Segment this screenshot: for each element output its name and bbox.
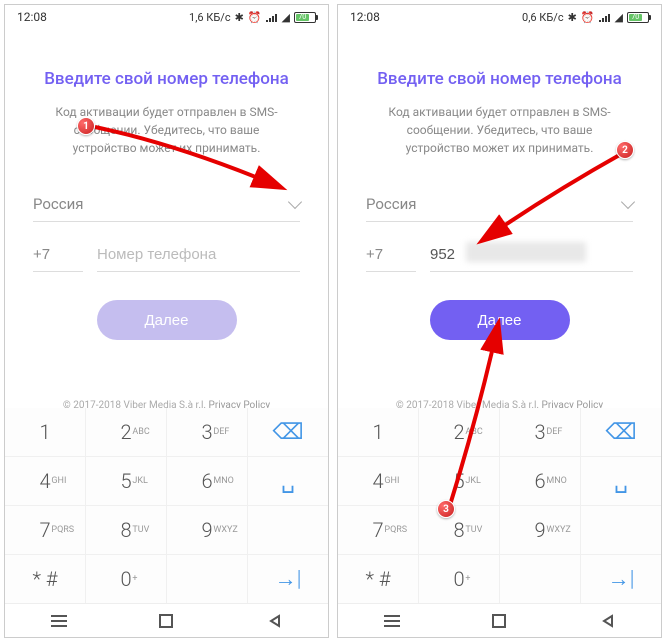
phone-screen-2: 12:08 0,6 КБ/с ✱ ⏰ ◢ 70 Введите свой ном… (337, 4, 662, 638)
bluetooth-icon: ✱ (235, 11, 244, 24)
keypad-key-6[interactable]: 6MNO (500, 457, 580, 505)
keypad-key-8[interactable]: 8TUV (419, 506, 499, 554)
keypad-key-4[interactable]: 4GHI (5, 457, 85, 505)
chevron-down-icon (621, 195, 635, 209)
numeric-keypad: 12ABC3DEF⌫ 4GHI5JKL6MNO␣ 7PQRS8TUV9WXYZ * #… (338, 408, 661, 603)
annotation-badge-3: 3 (437, 500, 455, 518)
status-data: 1,6 КБ/с (189, 11, 231, 24)
keypad-key-2[interactable]: 2ABC (86, 408, 166, 456)
keypad-key-4[interactable]: 4GHI (338, 457, 418, 505)
keypad-key-3[interactable]: 3DEF (500, 408, 580, 456)
phone-screen-1: 12:08 1,6 КБ/с ✱ ⏰ ◢ 70 Введите свой ном… (4, 4, 329, 638)
keypad-key-␣[interactable]: ␣ (248, 457, 328, 505)
chevron-down-icon (288, 195, 302, 209)
nav-home-icon[interactable] (490, 612, 508, 630)
status-time: 12:08 (17, 10, 47, 24)
wifi-icon: ◢ (282, 11, 290, 24)
country-code-input[interactable] (33, 238, 83, 272)
keypad-key-7[interactable]: 7PQRS (338, 506, 418, 554)
nav-menu-icon[interactable] (383, 612, 401, 630)
phone-number-input[interactable] (97, 238, 300, 272)
keypad-key-⌫[interactable]: ⌫ (248, 408, 328, 456)
signal-icon (599, 12, 611, 22)
battery-icon: 70 (294, 12, 316, 23)
keypad-key-blank (500, 555, 580, 603)
keypad-key-6[interactable]: 6MNO (167, 457, 247, 505)
keypad-key-0[interactable]: 0+ (86, 555, 166, 603)
android-navbar (338, 603, 661, 637)
keypad-key-5[interactable]: 5JKL (419, 457, 499, 505)
keypad-key-1[interactable]: 1 (5, 408, 85, 456)
keypad-key-5[interactable]: 5JKL (86, 457, 166, 505)
keypad-key-blank (248, 506, 328, 554)
keypad-key-9[interactable]: 9WXYZ (500, 506, 580, 554)
country-label: Россия (366, 195, 417, 213)
battery-icon: 70 (627, 12, 649, 23)
status-bar: 12:08 0,6 КБ/с ✱ ⏰ ◢ 70 (338, 5, 661, 29)
keypad-key-3[interactable]: 3DEF (167, 408, 247, 456)
nav-home-icon[interactable] (157, 612, 175, 630)
page-subtitle: Код активации будет отправлен в SMS-сооб… (366, 103, 633, 157)
keypad-key-1[interactable]: 1 (338, 408, 418, 456)
wifi-icon: ◢ (615, 11, 623, 24)
page-title: Введите свой номер телефона (366, 69, 633, 89)
keypad-key-0[interactable]: 0+ (419, 555, 499, 603)
bluetooth-icon: ✱ (568, 11, 577, 24)
android-navbar (5, 603, 328, 637)
country-label: Россия (33, 195, 84, 213)
country-code-input[interactable] (366, 238, 416, 272)
nav-back-icon[interactable] (598, 612, 616, 630)
signal-icon (266, 12, 278, 22)
keypad-key-* #[interactable]: * # (5, 555, 85, 603)
redacted-number (466, 242, 586, 262)
numeric-keypad: 12ABC3DEF⌫ 4GHI5JKL6MNO␣ 7PQRS8TUV9WXYZ * #… (5, 408, 328, 603)
page-subtitle: Код активации будет отправлен в SMS-сооб… (33, 103, 300, 157)
keypad-key-blank (581, 506, 661, 554)
status-time: 12:08 (350, 10, 380, 24)
country-selector[interactable]: Россия (366, 187, 633, 222)
keypad-key-2[interactable]: 2ABC (419, 408, 499, 456)
keypad-key-→|[interactable]: →| (248, 555, 328, 603)
keypad-key-* #[interactable]: * # (338, 555, 418, 603)
page-title: Введите свой номер телефона (33, 69, 300, 89)
keypad-key-9[interactable]: 9WXYZ (167, 506, 247, 554)
keypad-key-⌫[interactable]: ⌫ (581, 408, 661, 456)
nav-back-icon[interactable] (265, 612, 283, 630)
alarm-icon: ⏰ (248, 11, 262, 24)
keypad-key-blank (167, 555, 247, 603)
keypad-key-→|[interactable]: →| (581, 555, 661, 603)
keypad-key-8[interactable]: 8TUV (86, 506, 166, 554)
keypad-key-␣[interactable]: ␣ (581, 457, 661, 505)
next-button[interactable]: Далее (97, 300, 237, 340)
status-bar: 12:08 1,6 КБ/с ✱ ⏰ ◢ 70 (5, 5, 328, 29)
annotation-badge-1: 1 (77, 117, 95, 135)
status-data: 0,6 КБ/с (522, 11, 564, 24)
next-button[interactable]: Далее (430, 300, 570, 340)
nav-menu-icon[interactable] (50, 612, 68, 630)
country-selector[interactable]: Россия (33, 187, 300, 222)
annotation-badge-2: 2 (616, 141, 634, 159)
alarm-icon: ⏰ (581, 11, 595, 24)
keypad-key-7[interactable]: 7PQRS (5, 506, 85, 554)
